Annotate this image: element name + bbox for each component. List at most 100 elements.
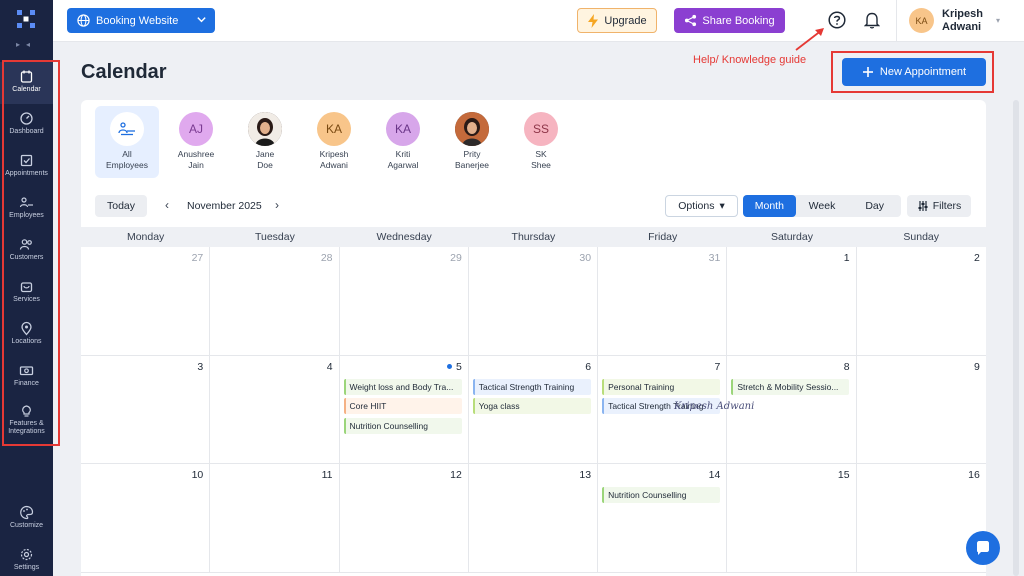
employee-filter-kripesh-adwani[interactable]: KA Kripesh Adwani [302,106,366,178]
sidebar-item-dashboard[interactable]: Dashboard [0,104,53,146]
day-cell[interactable]: 2 [857,247,986,355]
employee-filter-anushree-jain[interactable]: AJ Anushree Jain [164,106,228,178]
day-number-text: 5 [455,360,462,373]
view-tab-month[interactable]: Month [743,195,796,217]
help-annotation: Help/ Knowledge guide [693,54,807,66]
employee-last-name: Shee [531,160,551,170]
sidebar-item-appointments[interactable]: Appointments [0,146,53,188]
day-cell[interactable]: 1 [727,247,857,355]
appointment-event[interactable]: Tactical Strength Training [472,378,591,395]
help-circle-icon[interactable] [828,11,846,29]
day-cell[interactable]: 5 Weight loss and Body Tra... Core HIIT Nut… [340,355,469,463]
day-cell[interactable]: 30 [469,247,599,355]
user-menu-chevron-icon[interactable]: ▾ [996,16,1000,25]
appointment-event[interactable]: Nutrition Counselling [602,487,721,503]
new-appointment-button[interactable]: New Appointment [842,58,986,86]
chat-bubble-icon [977,541,989,555]
employee-filter-prity-banerjee[interactable]: Prity Banerjee [440,106,504,178]
day-number: 27 [192,252,204,264]
palette-icon [20,505,34,520]
day-cell[interactable]: 9 [857,356,986,464]
appointment-event[interactable]: Weight loss and Body Tra... [343,378,462,395]
sidebar-item-employees[interactable]: Employees [0,188,53,230]
appointment-event[interactable]: Stretch & Mobility Sessio... [731,378,850,395]
day-cell[interactable]: 4 [210,355,340,463]
share-booking-label: Share Booking [702,14,775,27]
appointments-icon [20,154,33,167]
view-switcher: Month Week Day [743,195,901,217]
day-number-text: 16 [968,469,980,481]
sidebar-item-customize[interactable]: Customize [0,498,53,540]
day-cell[interactable]: 27 [81,247,211,355]
weekday-thursday: Thursday [511,231,556,243]
appointment-event[interactable]: Nutrition Counselling [343,417,462,434]
event-list: Tactical Strength Training Yoga class [472,378,591,418]
day-number-text: 2 [974,252,980,264]
filters-label: Filters [932,200,962,212]
employee-filter-kriti-agarwal[interactable]: KA Kriti Agarwal [371,106,435,178]
booking-website-dropdown[interactable]: Booking Website [67,8,215,33]
day-cell[interactable]: 31 [598,247,728,355]
view-tab-day[interactable]: Day [848,195,901,217]
employee-last-name: Jain [188,160,204,170]
sidebar-item-services[interactable]: Services [0,272,53,314]
sidebar-item-finance[interactable]: Finance [0,356,53,398]
day-cell[interactable]: 15 [727,464,857,572]
sidebar-item-features-integrations[interactable]: Features & Integrations [0,396,53,444]
share-icon [685,14,697,27]
sidebar-item-label: Finance [14,380,39,387]
sidebar-item-settings[interactable]: Settings [0,540,53,576]
employee-last-name: Doe [257,160,273,170]
next-month-icon[interactable]: › [275,198,279,212]
appointment-event[interactable]: Yoga class [472,398,591,414]
options-dropdown[interactable]: Options ▾ [665,195,738,217]
previous-month-icon[interactable]: ‹ [165,198,169,212]
chat-button[interactable] [966,531,1000,565]
sidebar-item-calendar[interactable]: Calendar [0,62,53,104]
upgrade-button[interactable]: Upgrade [577,8,657,33]
day-number-text: 3 [197,360,204,373]
appointment-event[interactable]: Personal Training [602,378,721,395]
plus-icon [862,67,873,77]
day-number-text: 4 [326,360,333,373]
user-last-name: Adwani [942,21,982,33]
bell-icon[interactable] [864,11,880,29]
lightning-icon [588,13,599,28]
view-tab-week[interactable]: Week [796,195,849,217]
employee-filter-sk-shee[interactable]: SS SK Shee [509,106,573,178]
sidebar-item-label: Features & [9,420,44,427]
employee-first-name: Kriti [395,149,411,159]
employee-first-name: All [122,149,132,159]
day-cell[interactable]: 3 [81,355,211,463]
user-first-name: Kripesh [942,8,983,20]
share-booking-button[interactable]: Share Booking [674,8,785,33]
day-cell[interactable]: 16 [857,464,986,572]
day-cell[interactable]: 12 [340,464,469,572]
appointment-event[interactable]: Core HIIT [343,398,462,414]
day-cell[interactable]: 6 Tactical Strength Training Yoga class [469,355,599,463]
user-avatar[interactable]: KA [909,8,934,33]
day-cell[interactable]: 13 [469,464,599,572]
week-row: 10 11 12 13 14 Nutrition Counselling 15 16 [81,464,986,573]
sidebar-item-customers[interactable]: Customers [0,230,53,272]
sidebar-item-label: Settings [13,564,40,571]
employee-filter-jane-doe[interactable]: Jane Doe [233,106,297,178]
day-cell[interactable]: 29 [340,247,469,355]
signature: Kripesh Adwani [673,401,754,412]
employee-avatar: AJ [179,112,213,146]
day-cell[interactable]: 28 [210,247,340,355]
day-cell[interactable]: 10 [81,464,211,572]
page-scrollbar[interactable] [1013,100,1019,576]
user-name[interactable]: Kripesh Adwani [942,8,983,34]
filters-button[interactable]: Filters [907,195,971,217]
day-number: 4 [327,361,333,373]
day-number-text: 29 [450,252,462,264]
today-button[interactable]: Today [95,195,147,217]
app-logo[interactable] [15,8,37,30]
collapse-sidebar-icon[interactable]: ▸◂ [16,40,36,49]
sidebar-item-locations[interactable]: Locations [0,314,53,356]
employee-filter-all-employees[interactable]: All Employees [95,106,159,178]
day-cell[interactable]: 11 [210,464,340,572]
sidebar-item-label: Customers [9,254,44,261]
day-cell[interactable]: 14 Nutrition Counselling [598,464,728,572]
